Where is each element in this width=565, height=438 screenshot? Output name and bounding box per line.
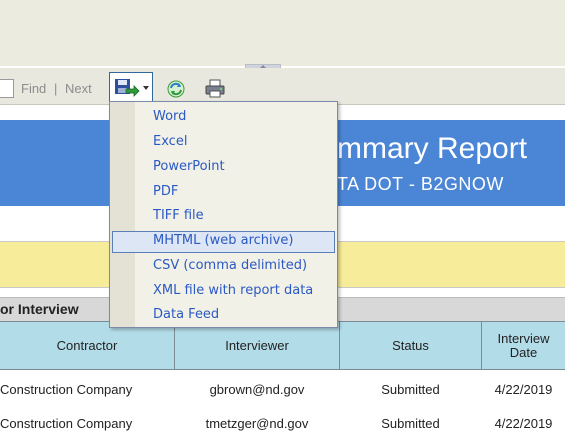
cell-interviewer: gbrown@nd.gov — [209, 381, 305, 397]
save-disk-icon[interactable] — [114, 78, 140, 98]
report-title: mmary Report — [337, 132, 528, 165]
find-input[interactable] — [0, 79, 14, 98]
printer-icon[interactable] — [204, 79, 226, 99]
cell-contractor: Construction Company — [0, 381, 133, 397]
menu-item-mhtml[interactable]: MHTML (web archive) — [153, 233, 293, 248]
menu-item-excel[interactable]: Excel — [153, 134, 187, 149]
column-header-status[interactable]: Status — [339, 321, 482, 370]
menu-item-pdf[interactable]: PDF — [153, 184, 178, 199]
menu-item-xml[interactable]: XML file with report data — [153, 283, 313, 298]
find-link[interactable]: Find — [21, 81, 46, 96]
column-header-interviewer[interactable]: Interviewer — [174, 321, 340, 370]
toolbar-separator: | — [54, 81, 58, 96]
menu-item-powerpoint[interactable]: PowerPoint — [153, 159, 225, 174]
top-band — [0, 0, 565, 66]
next-link[interactable]: Next — [65, 81, 92, 96]
cell-status: Submitted — [381, 415, 440, 431]
column-header-interview-date[interactable]: Interview Date — [481, 321, 565, 370]
menu-item-data-feed[interactable]: Data Feed — [153, 307, 219, 322]
menu-item-word[interactable]: Word — [153, 109, 186, 124]
report-subtitle: TA DOT - B2GNOW — [337, 174, 504, 194]
menu-item-tiff[interactable]: TIFF file — [153, 208, 204, 223]
report-toolbar: Find | Next — [0, 68, 565, 105]
cell-date: 4/22/2019 — [494, 415, 553, 431]
cell-contractor: Construction Company — [0, 415, 133, 431]
refresh-icon[interactable] — [166, 79, 186, 99]
cell-date: 4/22/2019 — [494, 381, 553, 397]
section-title: or Interview — [0, 301, 79, 317]
cell-interviewer: tmetzger@nd.gov — [205, 415, 309, 431]
chevron-down-icon[interactable] — [143, 86, 149, 90]
menu-icon-gutter — [110, 102, 135, 327]
column-header-contractor[interactable]: Contractor — [0, 321, 175, 370]
export-dropdown-button[interactable] — [109, 72, 153, 102]
menu-item-csv[interactable]: CSV (comma delimited) — [153, 258, 307, 273]
cell-status: Submitted — [381, 381, 440, 397]
